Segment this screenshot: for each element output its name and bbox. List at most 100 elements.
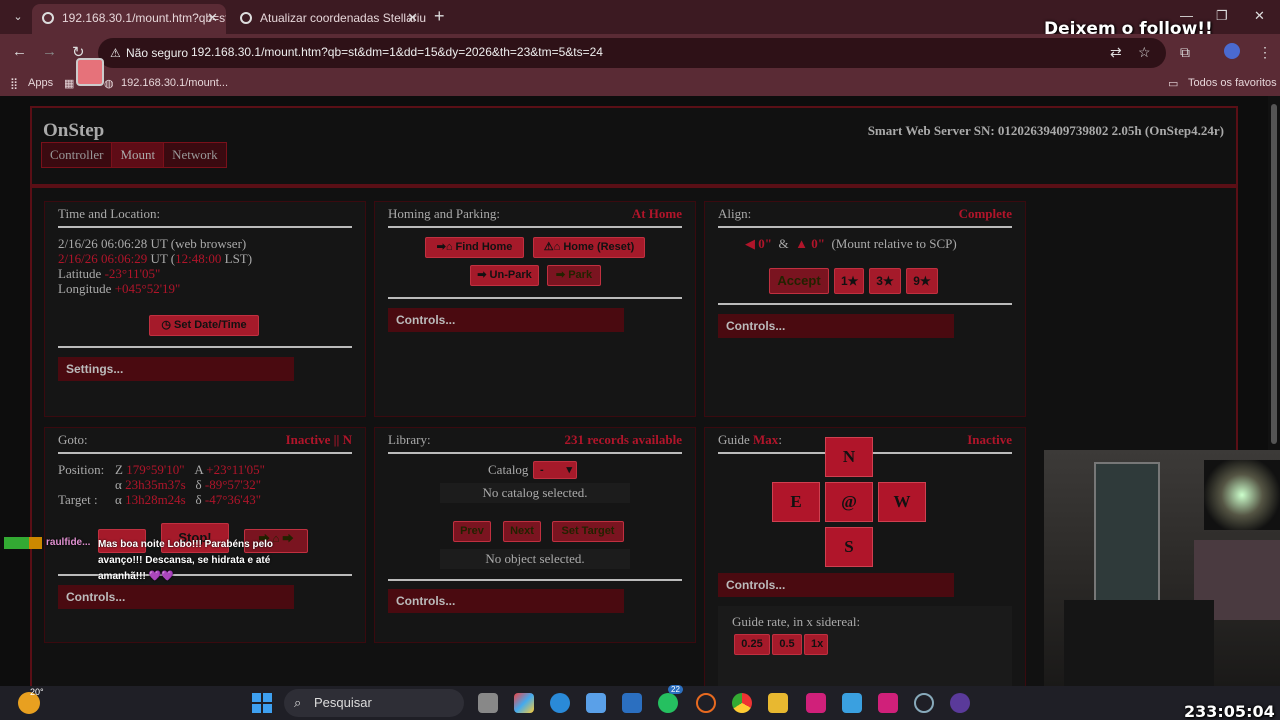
set-date-time-button[interactable]: ◷ Set Date/Time bbox=[149, 315, 259, 336]
server-serial: Smart Web Server SN: 01202639409739802 2… bbox=[867, 123, 1224, 138]
all-bookmarks[interactable]: Todos os favoritos bbox=[1188, 77, 1277, 89]
ut-label: UT ( bbox=[150, 251, 176, 266]
tab-stellarium[interactable]: Atualizar coordenadas Stellariu ✕ bbox=[230, 4, 426, 34]
divider bbox=[58, 346, 352, 348]
guide-sync-button[interactable]: @ bbox=[825, 482, 873, 522]
edge-icon[interactable] bbox=[550, 693, 570, 713]
align-3-star-button[interactable]: 3★ bbox=[869, 268, 901, 294]
app-icon[interactable] bbox=[914, 693, 934, 713]
tab-grid-icon[interactable]: ▦ bbox=[64, 77, 74, 90]
app-icon[interactable] bbox=[806, 693, 826, 713]
guide-north-button[interactable]: N bbox=[825, 437, 873, 477]
new-tab-button[interactable]: + bbox=[434, 6, 445, 27]
task-view-icon[interactable] bbox=[478, 693, 498, 713]
align-controls-toggle[interactable]: Controls... bbox=[718, 314, 954, 338]
webcam-feed bbox=[1044, 450, 1280, 686]
rate-05-button[interactable]: 0.5 bbox=[772, 634, 802, 655]
home-reset-button[interactable]: ⚠⌂ Home (Reset) bbox=[533, 237, 645, 258]
maximize-icon[interactable]: ❐ bbox=[1216, 8, 1228, 24]
back-icon[interactable]: ← bbox=[12, 43, 27, 60]
catalog-select[interactable]: - ▾ bbox=[533, 461, 577, 479]
browser-toolbar: ← → ↻ ⚠ Não seguro 192.168.30.1/mount.ht… bbox=[0, 34, 1280, 72]
menu-icon[interactable]: ⋮ bbox=[1258, 44, 1272, 61]
rate-025-button[interactable]: 0.25 bbox=[734, 634, 770, 655]
close-icon[interactable]: ✕ bbox=[207, 4, 218, 32]
rate-1x-button[interactable]: 1x bbox=[804, 634, 828, 655]
whatsapp-icon[interactable]: 22 bbox=[658, 685, 683, 713]
find-home-button[interactable]: ➡⌂ Find Home bbox=[425, 237, 524, 258]
nav-mount[interactable]: Mount bbox=[112, 143, 165, 167]
align-1-star-button[interactable]: 1★ bbox=[834, 268, 864, 294]
tab-mount[interactable]: 192.168.30.1/mount.htm?qb=st ✕ bbox=[32, 4, 226, 34]
profile-avatar-icon[interactable] bbox=[1224, 43, 1240, 59]
button-label: Un-Park bbox=[489, 269, 532, 281]
az-error: 0" bbox=[758, 236, 772, 251]
latitude-line: Latitude -23°11'05" bbox=[58, 266, 160, 282]
panel-title: Goto: bbox=[58, 432, 88, 447]
close-icon[interactable]: ✕ bbox=[407, 4, 418, 32]
bookmark-mount[interactable]: 192.168.30.1/mount... bbox=[121, 77, 228, 89]
nav-controller[interactable]: Controller bbox=[42, 143, 113, 167]
z-label: Z bbox=[115, 462, 123, 477]
translate-icon[interactable]: ⇄ bbox=[1110, 44, 1122, 61]
stream-timer: 233:05:04 bbox=[1184, 702, 1275, 720]
bookmarks-bar: ⣿ Apps ▦ ◍ 192.168.30.1/mount... ▭ Todos… bbox=[0, 72, 1280, 96]
chevron-down-icon: ▾ bbox=[566, 464, 572, 476]
settings-toggle[interactable]: Settings... bbox=[58, 357, 294, 381]
bookmark-apps[interactable]: Apps bbox=[28, 77, 53, 89]
scroll-thumb[interactable] bbox=[1271, 104, 1277, 444]
amp-label: & bbox=[778, 236, 789, 251]
library-controls-toggle[interactable]: Controls... bbox=[388, 589, 624, 613]
guide-controls-toggle[interactable]: Controls... bbox=[718, 573, 954, 597]
app-icon[interactable] bbox=[878, 693, 898, 713]
app-icon[interactable] bbox=[842, 693, 862, 713]
url-text[interactable]: 192.168.30.1/mount.htm?qb=st&dm=1&dd=15&… bbox=[191, 45, 603, 59]
align-note: (Mount relative to SCP) bbox=[831, 236, 957, 251]
forward-icon[interactable]: → bbox=[42, 43, 57, 60]
security-chip[interactable]: ⚠ Não seguro bbox=[106, 43, 196, 63]
ra-value: 23h35m37s bbox=[125, 477, 186, 492]
taskbar-search[interactable]: ⌕ Pesquisar bbox=[284, 689, 464, 717]
prev-button[interactable]: Prev bbox=[453, 521, 491, 542]
guide-west-button[interactable]: W bbox=[878, 482, 926, 522]
origin-icon[interactable] bbox=[696, 693, 716, 713]
dec-label: δ bbox=[195, 492, 202, 507]
goto-status: Inactive || N bbox=[285, 432, 352, 447]
extensions-icon[interactable]: ⧉ bbox=[1180, 44, 1190, 61]
temperature: 20° bbox=[30, 687, 44, 697]
app-icon[interactable] bbox=[950, 693, 970, 713]
position-label: Position: bbox=[58, 462, 105, 477]
address-bar[interactable]: ⚠ Não seguro 192.168.30.1/mount.htm?qb=s… bbox=[98, 38, 1166, 68]
file-explorer-icon[interactable] bbox=[768, 693, 788, 713]
globe-icon bbox=[42, 12, 54, 24]
homing-parking-panel: Homing and Parking: At Home ➡⌂ Find Home… bbox=[374, 201, 696, 417]
accept-button[interactable]: Accept bbox=[769, 268, 829, 294]
apps-grid-icon: ⣿ bbox=[10, 78, 19, 90]
window-close-icon[interactable]: ✕ bbox=[1254, 8, 1265, 24]
tab-search-icon[interactable]: ⌄ bbox=[8, 7, 28, 27]
start-button[interactable] bbox=[252, 693, 272, 713]
park-button[interactable]: ➡ Park bbox=[547, 265, 601, 286]
lst-label: LST) bbox=[224, 251, 253, 266]
main-nav: Controller Mount Network bbox=[41, 142, 227, 168]
goto-controls-toggle[interactable]: Controls... bbox=[58, 585, 294, 609]
settings-app-icon[interactable] bbox=[622, 693, 642, 713]
goto-panel: Goto: Inactive || N Position: Z 179°59'1… bbox=[44, 427, 366, 643]
set-target-button[interactable]: Set Target bbox=[552, 521, 624, 542]
unpark-button[interactable]: ➡ Un-Park bbox=[470, 265, 539, 286]
homing-controls-toggle[interactable]: Controls... bbox=[388, 308, 624, 332]
guide-south-button[interactable]: S bbox=[825, 527, 873, 567]
align-9-star-button[interactable]: 9★ bbox=[906, 268, 938, 294]
nav-network[interactable]: Network bbox=[164, 143, 226, 167]
copilot-icon[interactable] bbox=[514, 693, 534, 713]
guide-east-button[interactable]: E bbox=[772, 482, 820, 522]
store-icon[interactable] bbox=[586, 693, 606, 713]
divider bbox=[718, 303, 1012, 305]
object-info: No object selected. bbox=[440, 549, 630, 569]
next-button[interactable]: Next bbox=[503, 521, 541, 542]
guide-status: Inactive bbox=[967, 432, 1012, 447]
chrome-icon[interactable] bbox=[732, 693, 752, 713]
divider bbox=[58, 452, 352, 454]
panel-title: Time and Location: bbox=[58, 206, 161, 221]
bookmark-star-icon[interactable]: ☆ bbox=[1138, 44, 1151, 61]
